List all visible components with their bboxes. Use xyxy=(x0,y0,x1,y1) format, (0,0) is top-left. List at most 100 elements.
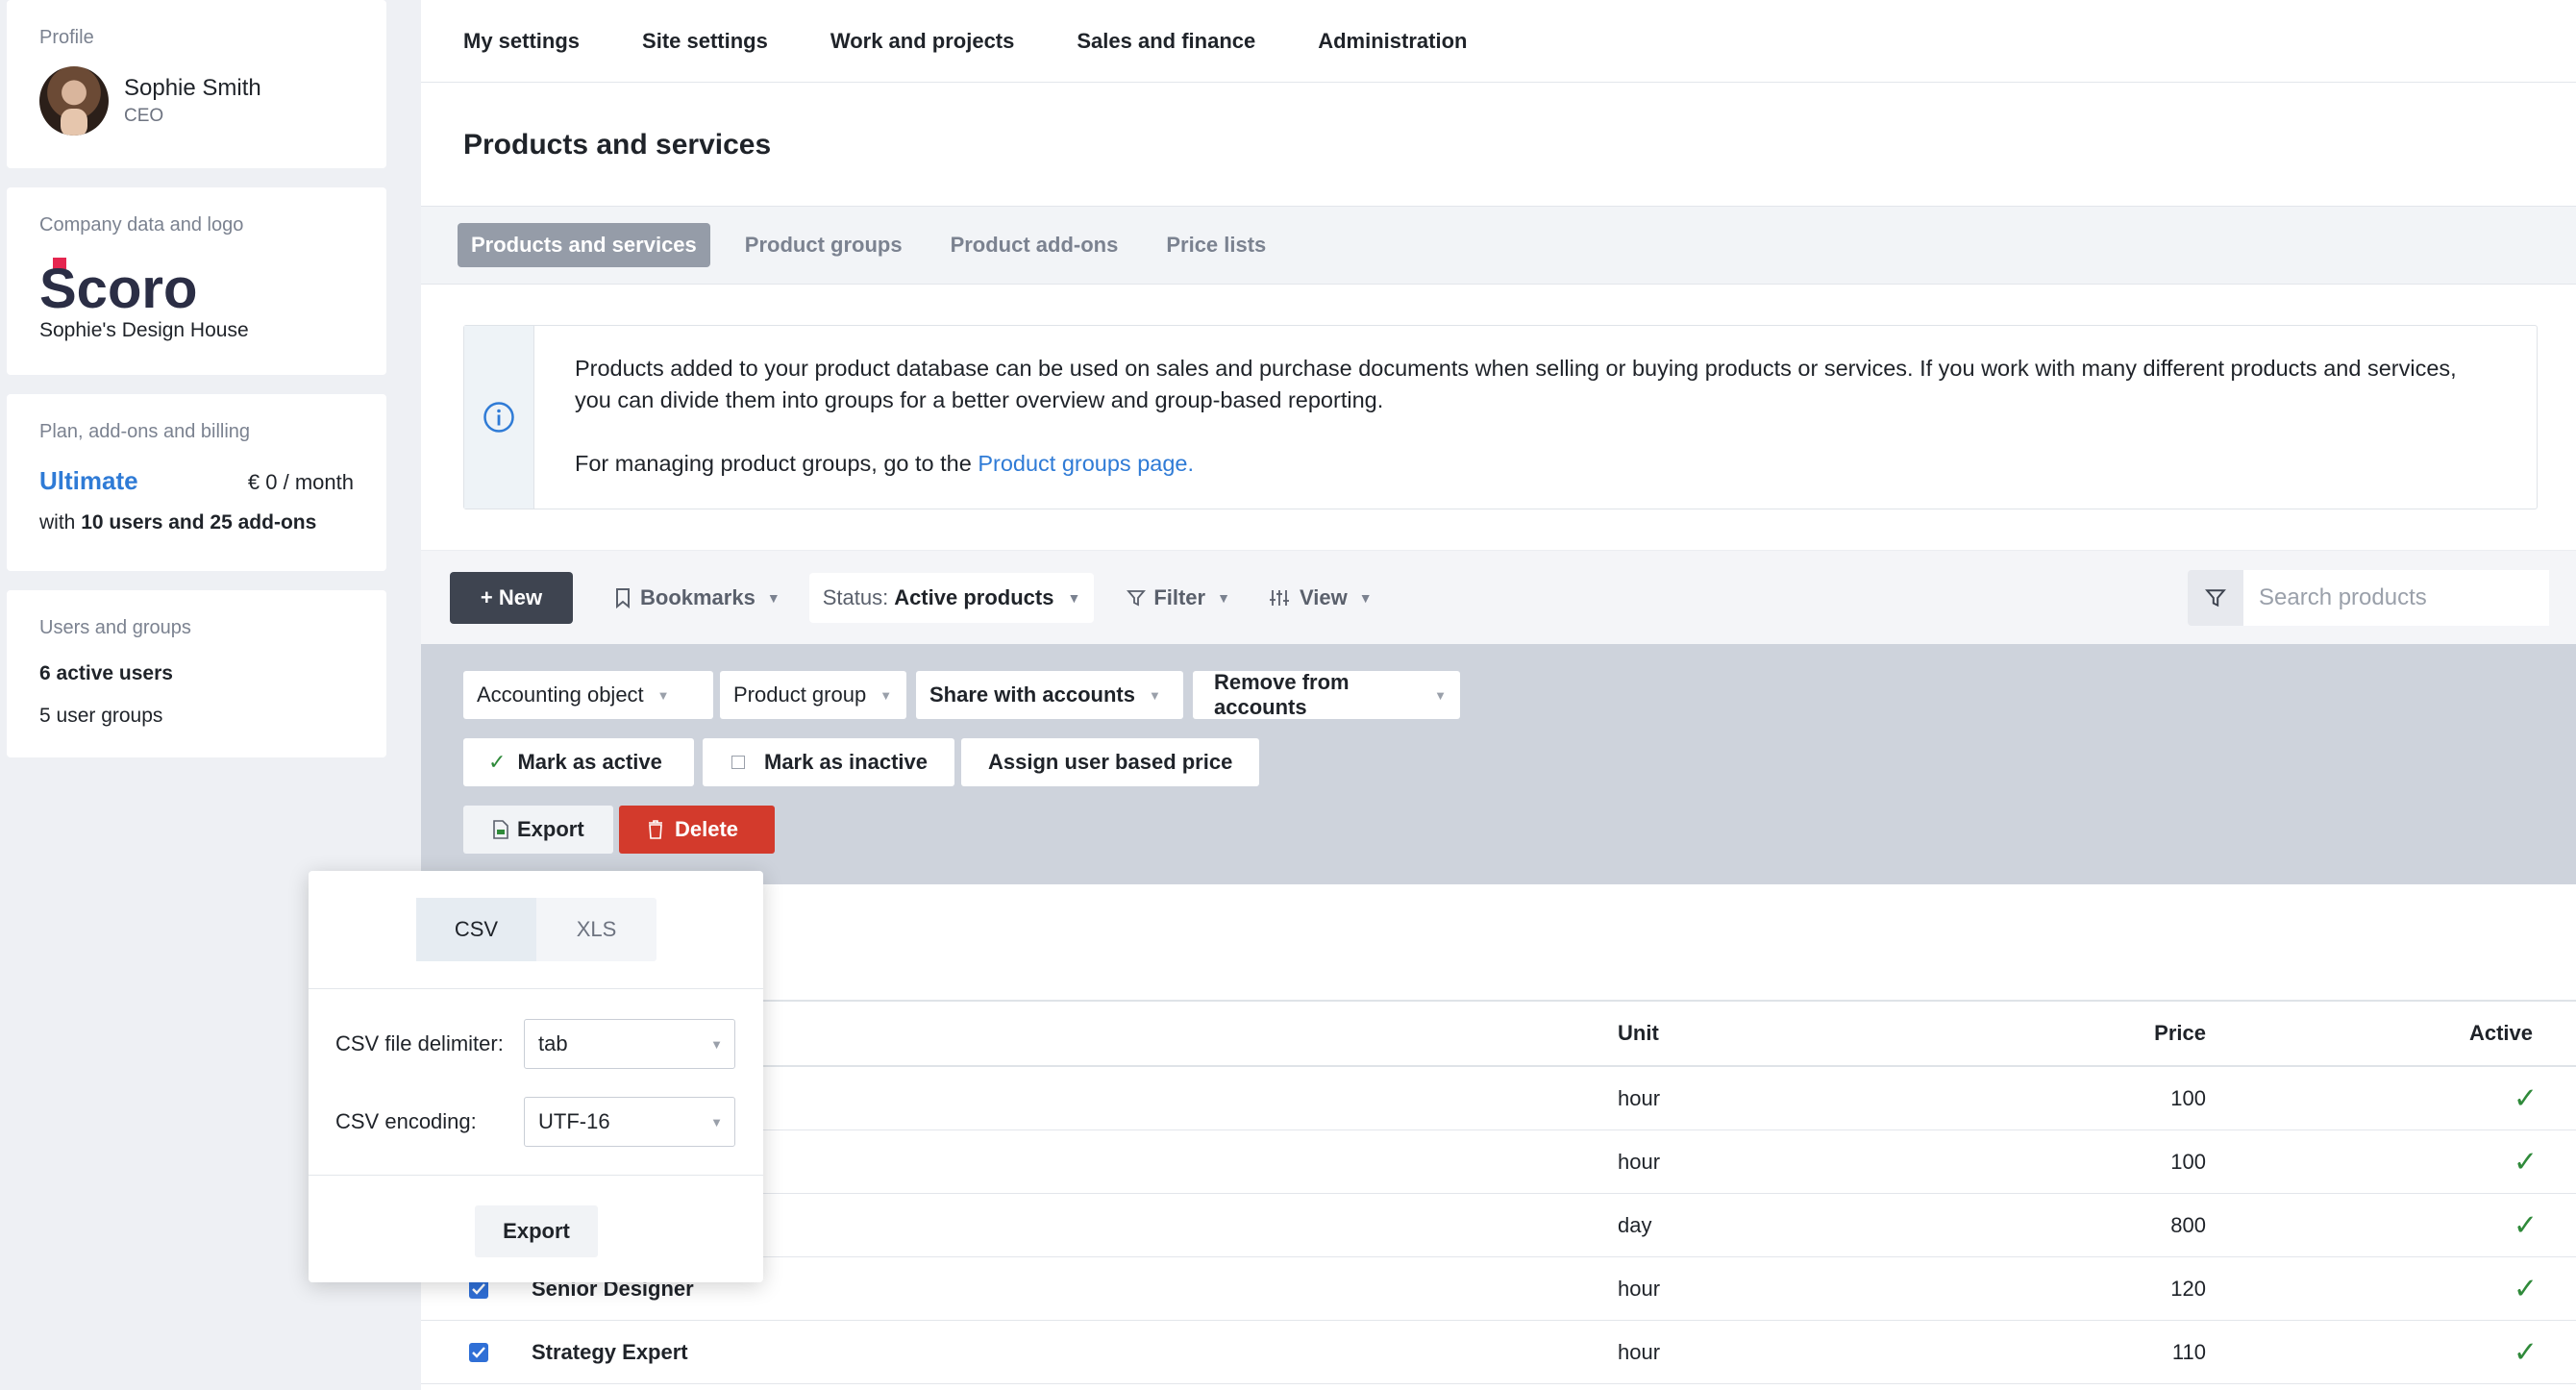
chevron-down-icon: ▼ xyxy=(1217,589,1230,606)
plan-card[interactable]: Plan, add-ons and billing Ultimate € 0 /… xyxy=(7,394,386,571)
view-dropdown[interactable]: View ▼ xyxy=(1269,585,1373,610)
export-button[interactable]: Export xyxy=(463,806,613,854)
bulk-actions-panel: Accounting object ▼ Product group ▼ Share … xyxy=(421,644,2576,884)
tab-product-groups[interactable]: Product groups xyxy=(731,223,916,267)
cell-unit: hour xyxy=(1618,1149,1661,1174)
delimiter-select[interactable]: tab ▼ xyxy=(524,1019,735,1069)
profile-label: Profile xyxy=(39,27,94,48)
nav-sales-and-finance[interactable]: Sales and finance xyxy=(1077,29,1255,54)
search-bar xyxy=(2188,570,2549,626)
avatar xyxy=(39,66,109,136)
column-price[interactable]: Price xyxy=(2154,1021,2206,1046)
tab-products-and-services[interactable]: Products and services xyxy=(458,223,710,267)
chevron-down-icon: ▼ xyxy=(1067,589,1081,606)
format-csv-option[interactable]: CSV xyxy=(416,898,536,961)
filter-dropdown[interactable]: Filter ▼ xyxy=(1127,585,1230,610)
encoding-label: CSV encoding: xyxy=(335,1109,477,1133)
page-title: Products and services xyxy=(463,129,772,161)
remove-from-accounts-button[interactable]: Remove from accounts ▼ xyxy=(1193,670,1460,719)
cell-price: 120 xyxy=(2170,1276,2206,1301)
top-navigation: My settings Site settings Work and proje… xyxy=(421,0,2576,83)
search-input[interactable] xyxy=(2243,570,2549,626)
table-row[interactable]: Strategy Expert hour 110 ✓ xyxy=(421,1321,2576,1384)
search-filter-button[interactable] xyxy=(2188,570,2243,626)
tabs-bar: Products and services Product groups Pro… xyxy=(421,206,2576,285)
plan-name[interactable]: Ultimate xyxy=(39,466,138,496)
divider xyxy=(309,988,763,989)
plan-price: € 0 / month xyxy=(247,470,354,494)
chevron-down-icon: ▼ xyxy=(1434,687,1447,703)
chevron-down-icon: ▼ xyxy=(1358,589,1373,606)
nav-site-settings[interactable]: Site settings xyxy=(642,29,768,54)
product-groups-link[interactable]: Product groups page. xyxy=(978,451,1194,476)
info-text-1: Products added to your product database … xyxy=(574,356,2457,412)
nav-work-and-projects[interactable]: Work and projects xyxy=(830,29,1015,54)
chevron-down-icon: ▼ xyxy=(710,1036,723,1052)
users-card[interactable]: Users and groups 6 active users 5 user g… xyxy=(7,590,386,757)
company-label: Company data and logo xyxy=(39,214,244,236)
format-switch: CSV XLS xyxy=(416,898,656,961)
active-check-icon: ✓ xyxy=(2513,1082,2538,1114)
cell-unit: day xyxy=(1618,1212,1652,1237)
active-check-icon: ✓ xyxy=(2513,1209,2538,1241)
assign-user-price-button[interactable]: Assign user based price xyxy=(961,738,1259,786)
delimiter-label: CSV file delimiter: xyxy=(335,1031,504,1055)
bookmarks-dropdown[interactable]: Bookmarks ▼ xyxy=(615,585,780,610)
active-check-icon: ✓ xyxy=(2513,1146,2538,1178)
active-check-icon: ✓ xyxy=(2513,1273,2538,1304)
accounting-object-select[interactable]: Accounting object ▼ xyxy=(463,671,713,719)
users-label: Users and groups xyxy=(39,617,191,638)
mark-as-inactive-button[interactable]: Mark as inactive xyxy=(703,738,954,786)
info-icon xyxy=(483,402,514,433)
cell-price: 100 xyxy=(2170,1149,2206,1174)
bookmark-icon xyxy=(616,587,630,608)
mark-as-active-button[interactable]: ✓ Mark as active xyxy=(463,738,694,786)
company-name: Sophie's Design House xyxy=(39,319,249,341)
product-group-select[interactable]: Product group ▼ xyxy=(720,671,906,719)
info-box: Products added to your product database … xyxy=(463,325,2538,509)
filter-icon xyxy=(1127,589,1147,606)
company-card[interactable]: Company data and logo Scoro Sophie's Des… xyxy=(7,187,386,375)
cell-unit: hour xyxy=(1618,1276,1661,1301)
nav-my-settings[interactable]: My settings xyxy=(463,29,580,54)
file-export-icon xyxy=(493,820,508,839)
info-text-2: For managing product groups, go to the P… xyxy=(574,451,1195,476)
sliders-icon xyxy=(1269,589,1289,606)
divider xyxy=(309,1175,763,1176)
export-popup: CSV XLS CSV file delimiter: tab ▼ CSV enc… xyxy=(309,871,763,1282)
plan-label: Plan, add-ons and billing xyxy=(39,421,251,442)
cell-price: 800 xyxy=(2170,1212,2206,1237)
column-unit[interactable]: Unit xyxy=(1618,1021,1659,1046)
column-active[interactable]: Active xyxy=(2469,1021,2533,1046)
filter-icon xyxy=(2205,589,2226,608)
chevron-down-icon: ▼ xyxy=(710,1114,723,1129)
cell-price: 100 xyxy=(2170,1085,2206,1110)
active-check-icon: ✓ xyxy=(2513,1336,2538,1368)
encoding-select[interactable]: UTF-16 ▼ xyxy=(524,1097,735,1147)
svg-text:Scoro: Scoro xyxy=(39,258,197,313)
tab-price-lists[interactable]: Price lists xyxy=(1152,223,1279,267)
delete-button[interactable]: Delete xyxy=(619,806,775,854)
cell-name[interactable]: Strategy Expert xyxy=(532,1340,688,1365)
row-checkbox[interactable] xyxy=(469,1342,488,1362)
cell-unit: hour xyxy=(1618,1339,1661,1364)
popup-export-button[interactable]: Export xyxy=(475,1205,598,1257)
toolbar: + New Bookmarks ▼ Status: Active products ▼… xyxy=(421,550,2576,644)
checkbox-icon xyxy=(731,756,745,769)
user-groups: 5 user groups xyxy=(39,705,163,727)
trash-icon xyxy=(649,820,662,839)
cell-price: 110 xyxy=(2171,1339,2206,1364)
new-button[interactable]: + New xyxy=(450,571,573,624)
chevron-down-icon: ▼ xyxy=(656,687,670,703)
nav-administration[interactable]: Administration xyxy=(1318,29,1467,54)
checkmark-icon: ✓ xyxy=(488,750,507,774)
format-xls-option[interactable]: XLS xyxy=(536,898,656,961)
chevron-down-icon: ▼ xyxy=(879,687,893,703)
profile-card[interactable]: Profile Sophie Smith CEO xyxy=(7,0,386,168)
chevron-down-icon: ▼ xyxy=(766,589,780,606)
tab-product-add-ons[interactable]: Product add-ons xyxy=(937,223,1132,267)
share-with-accounts-button[interactable]: Share with accounts ▼ xyxy=(916,671,1183,719)
status-dropdown[interactable]: Status: Active products ▼ xyxy=(808,572,1095,623)
profile-role: CEO xyxy=(124,106,164,126)
cell-unit: hour xyxy=(1618,1085,1661,1110)
